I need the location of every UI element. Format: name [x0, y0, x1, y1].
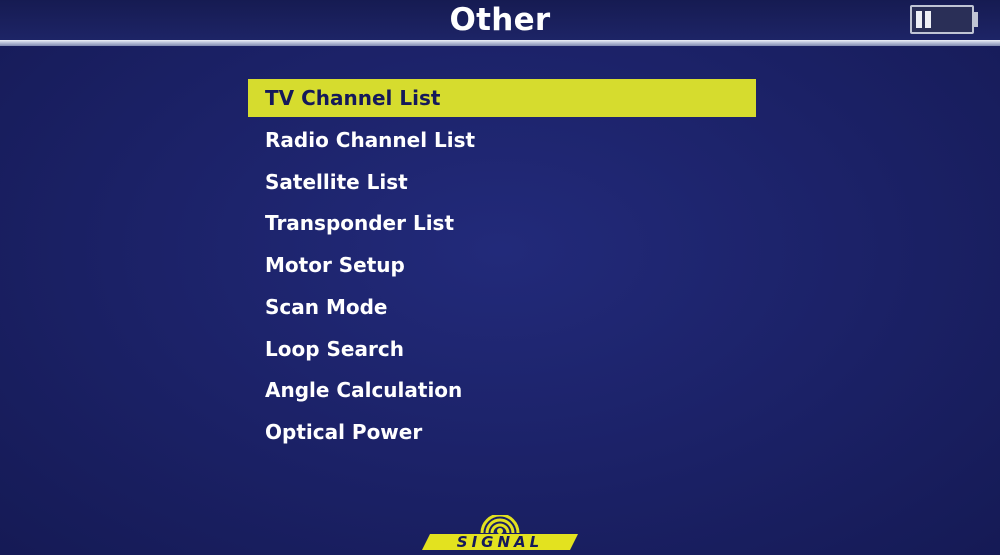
- menu-item-loop-search[interactable]: Loop Search: [248, 330, 756, 372]
- signal-logo: SIGNAL: [422, 515, 578, 551]
- menu-item-angle-calculation[interactable]: Angle Calculation: [248, 371, 756, 413]
- battery-icon: [910, 5, 974, 34]
- signal-logo-text: SIGNAL: [457, 533, 543, 551]
- battery-cell: [925, 11, 931, 28]
- menu-item-satellite-list[interactable]: Satellite List: [248, 163, 756, 205]
- battery-cell: [916, 11, 922, 28]
- menu-item-radio-channel-list[interactable]: Radio Channel List: [248, 121, 756, 163]
- header-divider: [0, 40, 1000, 46]
- menu-item-motor-setup[interactable]: Motor Setup: [248, 246, 756, 288]
- header-bar: Other: [0, 0, 1000, 40]
- menu-item-tv-channel-list[interactable]: TV Channel List: [248, 79, 756, 117]
- menu-item-scan-mode[interactable]: Scan Mode: [248, 288, 756, 330]
- menu-list: TV Channel List Radio Channel List Satel…: [248, 79, 756, 455]
- signal-logo-mark: [480, 515, 520, 534]
- battery-cap: [974, 12, 978, 27]
- menu-item-transponder-list[interactable]: Transponder List: [248, 204, 756, 246]
- menu-item-optical-power[interactable]: Optical Power: [248, 413, 756, 455]
- page-title: Other: [449, 2, 551, 38]
- screen: Other TV Channel List Radio Channel List…: [0, 0, 1000, 555]
